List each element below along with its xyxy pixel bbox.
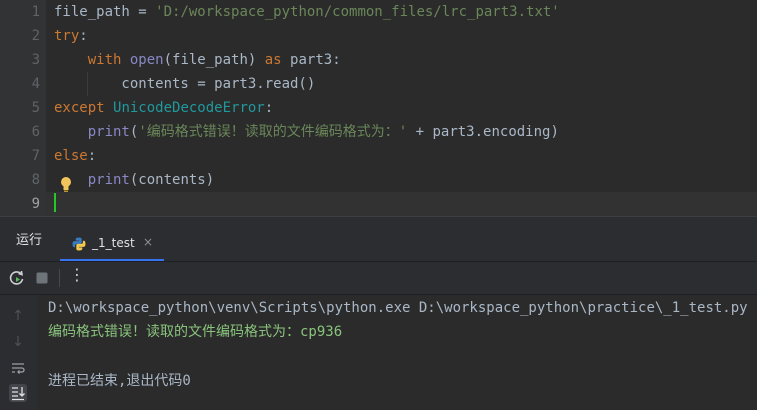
code-token: with (87, 52, 130, 68)
code-token: as (264, 52, 291, 68)
tab-run-config[interactable]: _1_test × (60, 223, 164, 261)
code-token: UnicodeDecodeError (113, 100, 265, 116)
code-token: : (87, 148, 97, 164)
arrow-up-icon[interactable]: ↑ (9, 307, 27, 325)
code-line[interactable]: else: (46, 144, 757, 168)
code-token: file_path (54, 4, 130, 20)
run-tool-header: 运行 _1_test × (0, 217, 757, 262)
more-options-icon[interactable]: ⋮ (69, 265, 85, 284)
code-token: print (87, 172, 130, 188)
stop-icon[interactable] (33, 269, 51, 287)
console-command-line: D:\workspace_python\venv\Scripts\python.… (48, 300, 748, 316)
code-line[interactable]: with open(file_path) as part3: (46, 48, 757, 72)
line-number[interactable]: 7 (0, 144, 40, 168)
code-token: (file_path) (163, 52, 265, 68)
code-token: = (129, 4, 156, 20)
code-token: : (264, 100, 274, 116)
code-token: except (54, 100, 114, 116)
code-token: open (129, 52, 164, 68)
console-exit-line: 进程已结束,退出代码0 (48, 373, 191, 389)
text-caret (54, 193, 56, 212)
scroll-to-end-icon[interactable] (9, 384, 27, 402)
code-token: '编码格式错误！读取的文件编码格式为：' (138, 124, 408, 140)
code-line[interactable]: print(contents) (46, 168, 757, 192)
console-stdout-line: 编码格式错误！读取的文件编码格式为：cp936 (48, 324, 343, 340)
line-number[interactable]: 4 (0, 72, 40, 96)
code-token: else (54, 148, 88, 164)
active-tab-indicator (60, 259, 164, 261)
close-icon[interactable]: × (143, 235, 153, 249)
line-number[interactable]: 2 (0, 24, 40, 48)
soft-wrap-icon[interactable] (9, 359, 27, 377)
console-side-toolbar: ↑ ↓ (0, 295, 38, 410)
code-token: + part3.encoding) (407, 124, 559, 140)
arrow-down-icon[interactable]: ↓ (9, 333, 27, 351)
lightbulb-icon[interactable] (58, 174, 74, 194)
code-line[interactable]: except UnicodeDecodeError: (46, 96, 757, 120)
code-token: : (79, 28, 88, 44)
code-token: try (54, 28, 80, 44)
line-number[interactable]: 3 (0, 48, 40, 72)
code-token: (contents) (129, 172, 215, 188)
line-number[interactable]: 5 (0, 96, 40, 120)
code-line[interactable]: contents = part3.read() (46, 72, 757, 96)
code-line[interactable]: print('编码格式错误！读取的文件编码格式为：' + part3.encod… (46, 120, 757, 144)
code-editor[interactable]: 123456789 file_path = 'D:/workspace_pyth… (0, 0, 757, 216)
code-token: part3: (290, 52, 341, 68)
python-icon (72, 236, 86, 251)
line-number[interactable]: 1 (0, 0, 40, 24)
code-token: contents = part3.read() (54, 76, 316, 92)
code-line[interactable]: try: (46, 24, 757, 48)
code-line[interactable] (46, 192, 757, 216)
indent-guide (87, 72, 88, 96)
run-panel-title: 运行 (16, 233, 43, 248)
console-output[interactable]: D:\workspace_python\venv\Scripts\python.… (37, 295, 757, 410)
tab-label: _1_test (92, 236, 135, 250)
code-token: print (87, 124, 130, 140)
code-line[interactable]: file_path = 'D:/workspace_python/common_… (46, 0, 757, 24)
run-toolbar: ⋮ (0, 262, 757, 295)
line-number[interactable]: 8 (0, 168, 40, 192)
line-number[interactable]: 6 (0, 120, 40, 144)
line-number[interactable]: 9 (0, 192, 40, 216)
line-number-gutter[interactable]: 123456789 (0, 0, 46, 216)
code-token: 'D:/workspace_python/common_files/lrc_pa… (155, 4, 560, 20)
rerun-icon[interactable] (8, 269, 26, 287)
toolbar-separator (59, 269, 60, 287)
